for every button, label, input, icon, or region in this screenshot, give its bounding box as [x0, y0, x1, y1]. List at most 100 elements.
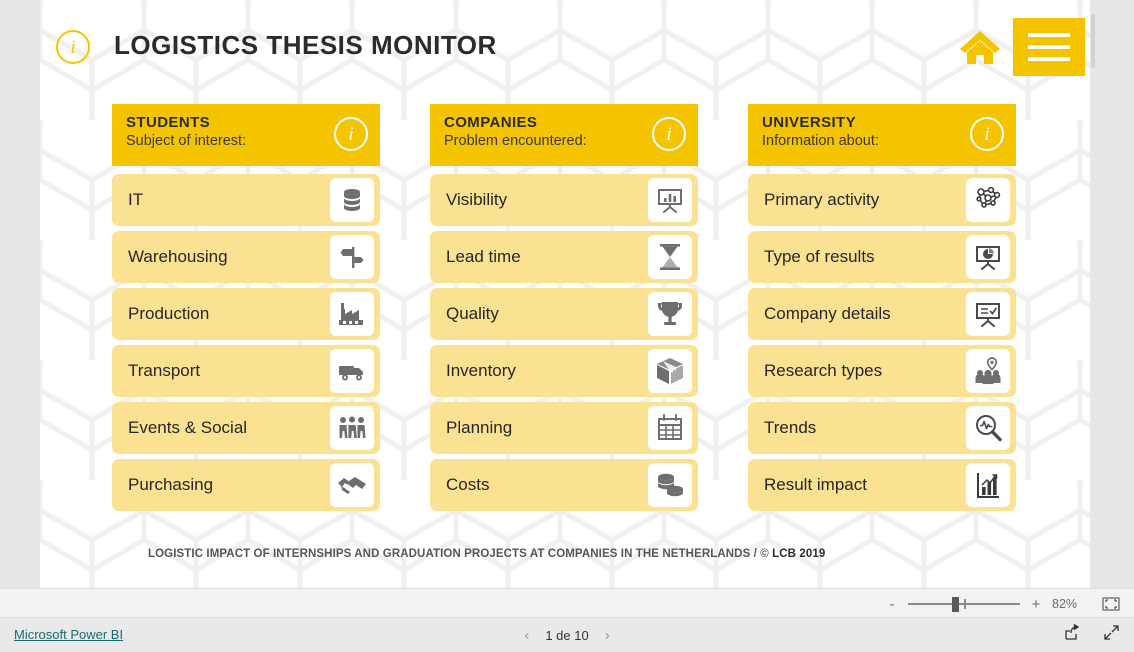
column-items-students: IT Warehousing Production Transport Even… [112, 174, 380, 511]
item-label: Result impact [764, 475, 867, 494]
list-item-events-social[interactable]: Events & Social [112, 402, 380, 454]
zoom-slider[interactable] [908, 597, 1020, 612]
status-actions [1064, 618, 1120, 652]
item-label: Planning [446, 418, 513, 437]
scrollbar-thumb[interactable] [1091, 14, 1095, 68]
list-item-primary-activity[interactable]: Primary activity [748, 174, 1016, 226]
report-title-bar: i LOGISTICS THESIS MONITOR [40, 0, 1090, 95]
trophy-icon [648, 292, 692, 336]
item-label: Visibility [446, 190, 508, 209]
share-icon[interactable] [1064, 623, 1081, 646]
column-students: STUDENTS Subject of interest: i IT Wareh… [112, 104, 380, 511]
column-header-university: UNIVERSITY Information about: i [748, 104, 1016, 166]
fit-to-page-icon[interactable] [1102, 597, 1120, 611]
column-companies: COMPANIES Problem encountered: i Visibil… [430, 104, 698, 511]
item-label: Type of results [764, 247, 875, 266]
page-title: LOGISTICS THESIS MONITOR [114, 30, 497, 60]
footer-credit-main: LOGISTIC IMPACT OF INTERNSHIPS AND GRADU… [148, 548, 769, 560]
list-item-result-impact[interactable]: Result impact [748, 459, 1016, 511]
list-item-warehousing[interactable]: Warehousing [112, 231, 380, 283]
title-info-icon[interactable]: i [56, 30, 90, 64]
database-icon [330, 178, 374, 222]
coins-icon [648, 463, 692, 507]
column-header-companies: COMPANIES Problem encountered: i [430, 104, 698, 166]
item-label: Trends [764, 418, 817, 437]
item-label: Lead time [446, 247, 521, 266]
list-item-visibility[interactable]: Visibility [430, 174, 698, 226]
column-subtitle: Problem encountered: [444, 133, 587, 149]
item-label: Production [128, 304, 210, 323]
fullscreen-icon[interactable] [1103, 624, 1120, 646]
factory-icon [330, 292, 374, 336]
molecule-network-icon [966, 178, 1010, 222]
column-info-icon[interactable]: i [334, 117, 368, 151]
menu-bar-1 [1028, 33, 1070, 37]
list-item-planning[interactable]: Planning [430, 402, 698, 454]
item-label: IT [128, 190, 144, 209]
presentation-pie-icon [966, 235, 1010, 279]
list-item-trends[interactable]: Trends [748, 402, 1016, 454]
footer-credit: LOGISTIC IMPACT OF INTERNSHIPS AND GRADU… [148, 548, 825, 560]
item-label: Quality [446, 304, 499, 323]
item-label: Purchasing [128, 475, 214, 494]
calendar-icon [648, 406, 692, 450]
zoom-level-label: 82% [1052, 597, 1078, 611]
item-label: Transport [128, 361, 201, 380]
zoom-in-button[interactable]: + [1030, 596, 1042, 613]
menu-bar-2 [1028, 45, 1070, 49]
item-label: Primary activity [764, 190, 880, 209]
item-label: Warehousing [128, 247, 228, 266]
item-label: Events & Social [128, 418, 248, 437]
home-icon[interactable] [955, 22, 1005, 72]
column-info-icon[interactable]: i [970, 117, 1004, 151]
zoom-slider-handle[interactable] [952, 597, 959, 612]
column-university: UNIVERSITY Information about: i Primary … [748, 104, 1016, 511]
zoom-toolbar: - + 82% [0, 588, 1134, 618]
list-item-it[interactable]: IT [112, 174, 380, 226]
column-header-students: STUDENTS Subject of interest: i [112, 104, 380, 166]
status-bar: Microsoft Power BI ‹ 1 de 10 › [0, 618, 1134, 652]
column-items-university: Primary activity Type of results Company… [748, 174, 1016, 511]
signpost-icon [330, 235, 374, 279]
home-icon-glyph [960, 31, 1000, 64]
handshake-icon [330, 463, 374, 507]
zoom-slider-notch [964, 599, 966, 609]
list-item-inventory[interactable]: Inventory [430, 345, 698, 397]
zoom-out-button[interactable]: - [886, 596, 898, 613]
people-group-icon [330, 406, 374, 450]
columns-container: STUDENTS Subject of interest: i IT Wareh… [40, 104, 1090, 511]
list-item-production[interactable]: Production [112, 288, 380, 340]
magnifier-pulse-icon [966, 406, 1010, 450]
page-navigation: ‹ 1 de 10 › [0, 618, 1134, 652]
report-canvas: i LOGISTICS THESIS MONITOR STUDENTS Subj… [40, 0, 1090, 588]
item-label: Research types [764, 361, 883, 380]
list-item-company-details[interactable]: Company details [748, 288, 1016, 340]
item-label: Inventory [446, 361, 516, 380]
hamburger-menu-icon[interactable] [1013, 18, 1085, 76]
presentation-checklist-icon [966, 292, 1010, 336]
menu-bar-3 [1028, 57, 1070, 61]
column-title: STUDENTS [126, 114, 211, 131]
column-title: UNIVERSITY [762, 114, 857, 131]
column-info-icon[interactable]: i [652, 117, 686, 151]
previous-page-button[interactable]: ‹ [524, 627, 529, 644]
list-item-purchasing[interactable]: Purchasing [112, 459, 380, 511]
truck-icon [330, 349, 374, 393]
hourglass-icon [648, 235, 692, 279]
list-item-type-of-results[interactable]: Type of results [748, 231, 1016, 283]
box-package-icon [648, 349, 692, 393]
list-item-costs[interactable]: Costs [430, 459, 698, 511]
list-item-transport[interactable]: Transport [112, 345, 380, 397]
list-item-quality[interactable]: Quality [430, 288, 698, 340]
bar-chart-arrow-icon [966, 463, 1010, 507]
list-item-lead-time[interactable]: Lead time [430, 231, 698, 283]
list-item-research-types[interactable]: Research types [748, 345, 1016, 397]
column-title: COMPANIES [444, 114, 538, 131]
people-location-icon [966, 349, 1010, 393]
canvas-vertical-scrollbar[interactable] [1090, 0, 1096, 588]
next-page-button[interactable]: › [605, 627, 610, 644]
column-subtitle: Subject of interest: [126, 133, 247, 149]
page-indicator: 1 de 10 [545, 627, 589, 643]
item-label: Costs [446, 475, 490, 494]
item-label: Company details [764, 304, 891, 323]
